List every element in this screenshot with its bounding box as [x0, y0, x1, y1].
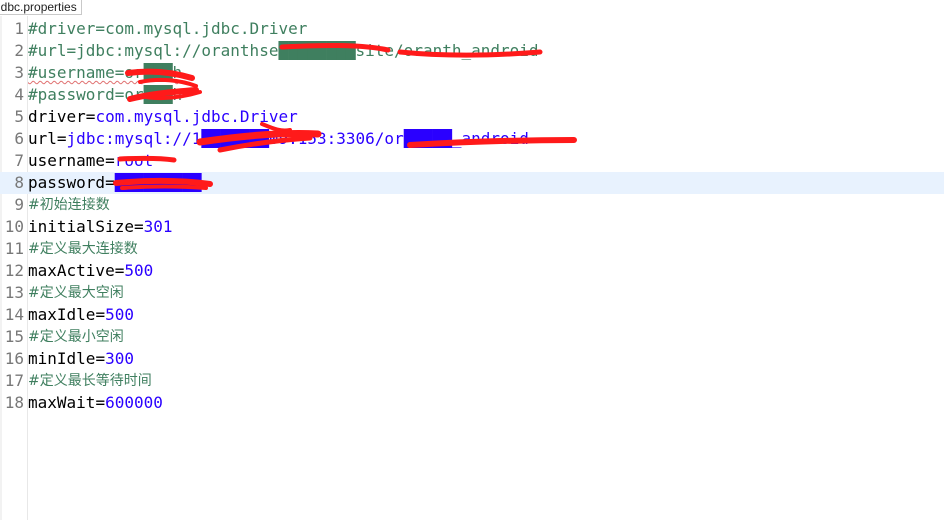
comment-text[interactable]: #url=jdbc:mysql://oranthse████████site/o… [28, 40, 539, 62]
comment-text[interactable]: #password=or███h [28, 84, 182, 106]
code-line[interactable]: 5 driver=com.mysql.jdbc.Driver [0, 106, 944, 128]
code-line[interactable]: 16 minIdle=300 [0, 348, 944, 370]
line-number: 5 [14, 107, 24, 126]
properties-editor[interactable]: jdbc.properties 1 #driver=com.mysql.jdbc… [0, 0, 944, 520]
line-number: 2 [14, 41, 24, 60]
property-text[interactable]: password=█████████ [28, 172, 201, 194]
code-line[interactable]: 14 maxIdle=500 [0, 304, 944, 326]
equals-sign: = [95, 305, 106, 324]
property-key: maxWait [28, 393, 96, 412]
comment-text[interactable]: #username=or███h [28, 62, 182, 84]
property-key: maxIdle [28, 305, 96, 324]
line-number: 18 [4, 393, 24, 412]
property-value: 301 [143, 217, 173, 236]
code-line[interactable]: 4 #password=or███h [0, 84, 944, 106]
line-number: 14 [4, 305, 24, 324]
code-line[interactable]: 7 username=root [0, 150, 944, 172]
line-number: 12 [4, 261, 24, 280]
property-key: initialSize [28, 217, 134, 236]
code-line[interactable]: 6 url=jdbc:mysql://1███████09.153:3306/o… [0, 128, 944, 150]
line-number: 15 [4, 327, 24, 346]
equals-sign: = [105, 173, 115, 192]
property-text[interactable]: maxActive=500 [28, 260, 153, 282]
property-key: url [28, 129, 57, 148]
line-number: 6 [14, 129, 24, 148]
tab-jdbc-properties[interactable]: jdbc.properties [0, 0, 82, 15]
code-line[interactable]: 9 #初始连接数 [0, 194, 944, 216]
property-key: maxActive [28, 261, 115, 280]
property-key: password [28, 173, 106, 192]
property-text[interactable]: username=root [28, 150, 153, 172]
property-text[interactable]: url=jdbc:mysql://1███████09.153:3306/or█… [28, 128, 529, 150]
line-number: 8 [14, 173, 24, 192]
property-value: █████████ [114, 173, 202, 192]
property-value: 600000 [105, 393, 163, 412]
line-number: 13 [4, 283, 24, 302]
code-line-current[interactable]: 8 password=█████████ [0, 172, 944, 194]
property-text[interactable]: driver=com.mysql.jdbc.Driver [28, 106, 298, 128]
editor-tab-bar: jdbc.properties [0, 0, 944, 15]
property-text[interactable]: maxIdle=500 [28, 304, 134, 326]
line-number: 16 [4, 349, 24, 368]
equals-sign: = [85, 107, 96, 126]
comment-text[interactable]: #定义最长等待时间 [28, 370, 152, 392]
equals-sign: = [95, 349, 106, 368]
code-line[interactable]: 17 #定义最长等待时间 [0, 370, 944, 392]
equals-sign: = [95, 393, 106, 412]
property-value: jdbc:mysql://1███████09.153:3306/or█████… [66, 129, 529, 148]
code-line[interactable]: 3 #username=or███h [0, 62, 944, 84]
line-number: 3 [14, 63, 24, 82]
property-key: driver [28, 107, 86, 126]
code-line[interactable]: 11 #定义最大连接数 [0, 238, 944, 260]
code-line[interactable]: 13 #定义最大空闲 [0, 282, 944, 304]
code-line[interactable]: 18 maxWait=600000 [0, 392, 944, 414]
property-text[interactable]: initialSize=301 [28, 216, 173, 238]
property-value: com.mysql.jdbc.Driver [95, 107, 298, 126]
property-text[interactable]: minIdle=300 [28, 348, 134, 370]
property-key: username [28, 151, 106, 170]
property-value: 300 [105, 349, 134, 368]
equals-sign: = [133, 217, 144, 236]
line-number: 7 [14, 151, 24, 170]
code-line[interactable]: 15 #定义最小空闲 [0, 326, 944, 348]
line-number: 4 [14, 85, 24, 104]
equals-sign: = [105, 151, 115, 170]
line-number: 1 [14, 19, 24, 38]
code-line[interactable]: 1 #driver=com.mysql.jdbc.Driver [0, 18, 944, 40]
code-line[interactable]: 2 #url=jdbc:mysql://oranthse████████site… [0, 40, 944, 62]
comment-text[interactable]: #初始连接数 [28, 194, 110, 216]
line-number: 10 [4, 217, 24, 236]
equals-sign: = [56, 129, 67, 148]
line-number: 17 [4, 371, 24, 390]
code-line[interactable]: 12 maxActive=500 [0, 260, 944, 282]
property-value: root [114, 151, 154, 170]
comment-text[interactable]: #定义最大空闲 [28, 282, 124, 304]
line-number: 11 [4, 239, 24, 258]
code-line[interactable]: 10 initialSize=301 [0, 216, 944, 238]
comment-text[interactable]: #driver=com.mysql.jdbc.Driver [28, 18, 307, 40]
line-number: 9 [14, 195, 24, 214]
property-value: 500 [124, 261, 154, 280]
comment-text[interactable]: #定义最小空闲 [28, 326, 124, 348]
property-value: 500 [105, 305, 134, 324]
property-text[interactable]: maxWait=600000 [28, 392, 163, 414]
comment-text[interactable]: #定义最大连接数 [28, 238, 138, 260]
property-key: minIdle [28, 349, 96, 368]
equals-sign: = [114, 261, 125, 280]
code-lines[interactable]: 1 #driver=com.mysql.jdbc.Driver 2 #url=j… [0, 18, 944, 418]
